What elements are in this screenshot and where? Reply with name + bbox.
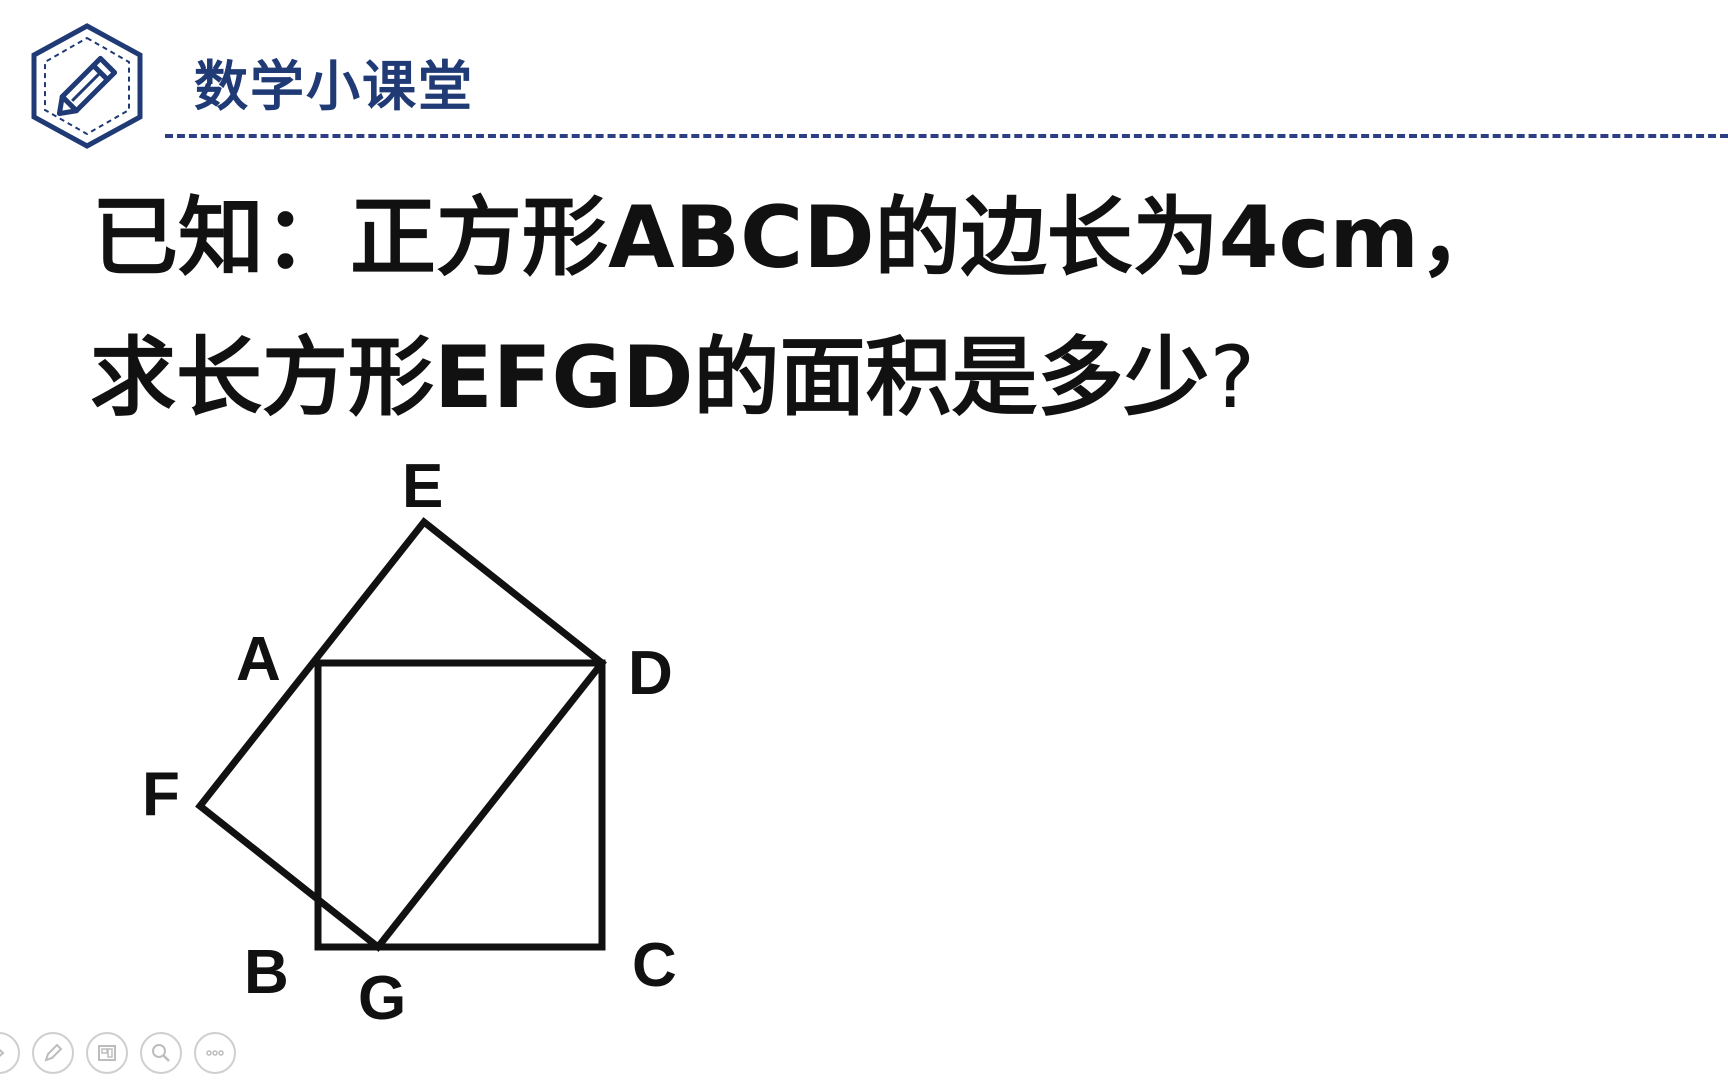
- slides-icon: [98, 1045, 116, 1061]
- label-g: G: [358, 964, 406, 1033]
- square-abcd: [314, 659, 606, 951]
- more-button[interactable]: [194, 1032, 236, 1074]
- magnifier-icon: [152, 1044, 170, 1062]
- slideshow-toolbar: [0, 1030, 236, 1076]
- pencil-icon: [31, 23, 143, 149]
- header-divider: [165, 134, 1728, 138]
- label-e: E: [402, 452, 443, 521]
- label-b: B: [244, 938, 289, 1007]
- label-d: D: [628, 639, 673, 708]
- pen-button[interactable]: [32, 1032, 74, 1074]
- question-line-1: 已知：正方形ABCD的边长为4cm，: [92, 188, 1506, 288]
- logo-badge: [28, 22, 146, 150]
- label-a: A: [236, 625, 281, 694]
- previous-button[interactable]: [0, 1032, 20, 1074]
- zoom-button[interactable]: [140, 1032, 182, 1074]
- label-c: C: [632, 931, 677, 1000]
- question-line-2: 求长方形EFGD的面积是多少?: [90, 308, 1505, 448]
- label-f: F: [142, 760, 180, 829]
- ellipsis-icon: [206, 1050, 224, 1056]
- slides-button[interactable]: [86, 1032, 128, 1074]
- question-mark: ?: [1209, 328, 1256, 428]
- rectangle-efgd: [195, 517, 607, 952]
- brand-title: 数学小课堂: [194, 55, 474, 118]
- question-text: 已知：正方形ABCD的边长为4cm， 求长方形EFGD的面积是多少?: [90, 168, 1506, 448]
- pen-icon: [44, 1043, 63, 1062]
- arrow-icon: [0, 1049, 5, 1057]
- question-line-2-text: 求长方形EFGD的面积是多少: [90, 328, 1210, 428]
- geometry-figure: E A D F B G C: [142, 452, 677, 1033]
